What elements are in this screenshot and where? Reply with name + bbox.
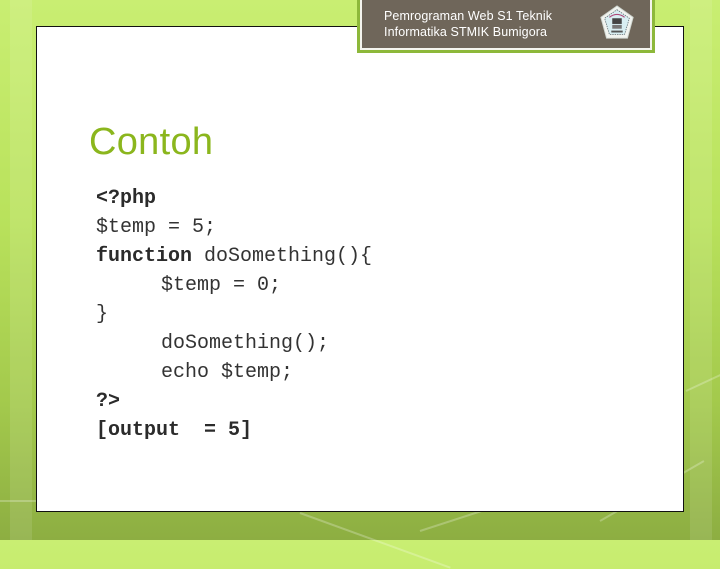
header-line-1: Pemrograman Web S1 Teknik: [384, 9, 553, 23]
bg-line: [0, 500, 40, 502]
bg-stripe: [690, 0, 712, 540]
header-line-2: Informatika STMIK Bumigora: [384, 25, 548, 39]
header-text: Pemrograman Web S1 Teknik Informatika ST…: [384, 8, 552, 40]
bg-stripe: [10, 0, 32, 540]
code-line-function: function doSomething(){: [96, 242, 372, 271]
code-line-php-close: ?>: [96, 390, 121, 413]
bg-line: [299, 512, 451, 569]
code-line-close-brace: }: [96, 303, 109, 326]
institution-emblem-icon: [600, 5, 634, 39]
code-line-output: [output = 5]: [96, 419, 253, 442]
header-banner: Pemrograman Web S1 Teknik Informatika ST…: [357, 0, 655, 53]
code-function-signature: doSomething(){: [192, 245, 373, 268]
code-line-call: doSomething();: [161, 332, 330, 355]
code-block: <?php $temp = 5; function doSomething(){…: [96, 184, 372, 445]
code-line-php-open: <?php: [96, 187, 157, 210]
code-line-echo: echo $temp;: [161, 361, 294, 384]
slide-title: Contoh: [89, 121, 214, 163]
code-line-assign-outer: $temp = 5;: [96, 216, 217, 239]
code-keyword-function: function: [96, 245, 193, 268]
code-line-assign-inner: $temp = 0;: [161, 274, 282, 297]
